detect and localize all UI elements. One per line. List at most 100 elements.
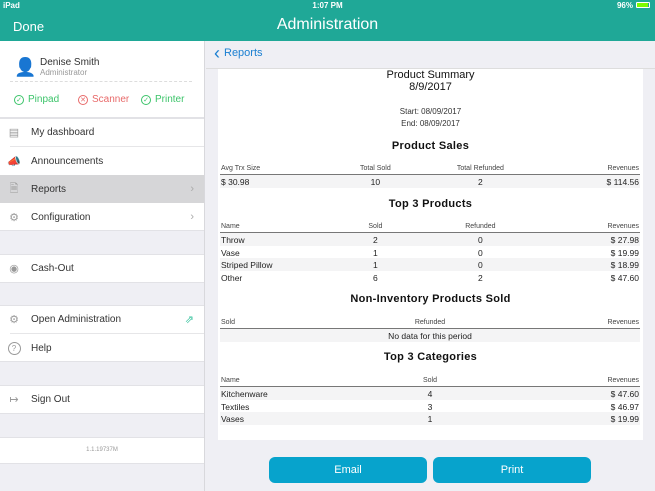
cell: Revenues bbox=[607, 377, 639, 384]
cell: $ 18.99 bbox=[610, 260, 639, 271]
cell: 2 bbox=[373, 235, 378, 245]
back-button[interactable]: ‹ Reports bbox=[214, 43, 263, 63]
table-row: Other 6 2 $ 47.60 bbox=[220, 270, 640, 284]
table-row: Vase 1 0 $ 19.99 bbox=[220, 245, 640, 259]
table-header: Name Sold Refunded Revenues bbox=[220, 221, 640, 233]
piggy-bank-icon: ◉ bbox=[9, 262, 19, 275]
empty-message: No data for this period bbox=[388, 331, 472, 341]
non-inventory-title: Non-Inventory Products Sold bbox=[350, 293, 511, 305]
cell: 2 bbox=[478, 177, 483, 187]
top-categories-title: Top 3 Categories bbox=[383, 351, 478, 363]
check-icon: ✓ bbox=[14, 94, 24, 105]
top-bar: iPad 1:07 PM 96% Done Administration bbox=[0, 0, 655, 41]
cell: $ 46.97 bbox=[610, 401, 639, 412]
report-card: Product Summary 8/9/2017 Start: 08/09/20… bbox=[218, 69, 643, 440]
cell: $ 19.99 bbox=[610, 414, 639, 425]
external-link-icon: ⇗ bbox=[184, 313, 194, 326]
cell: Textiles bbox=[221, 401, 250, 412]
sidebar-item-reports[interactable]: 🗎 Reports › bbox=[0, 175, 204, 203]
cell: $ 27.98 bbox=[610, 235, 639, 245]
email-button[interactable]: Email bbox=[269, 457, 427, 483]
check-icon: ✓ bbox=[141, 94, 151, 105]
cell: 3 bbox=[427, 401, 433, 412]
cell: $ 30.98 bbox=[221, 177, 250, 187]
gears-icon: ⚙ bbox=[9, 211, 19, 224]
table-row: Kitchenware 4 $ 47.60 bbox=[220, 387, 640, 400]
sidebar-item-dashboard[interactable]: ▤ My dashboard bbox=[0, 118, 204, 146]
cell: 4 bbox=[427, 389, 433, 399]
cell: Refunded bbox=[465, 223, 496, 230]
cell: Total Sold bbox=[360, 165, 391, 172]
printer-status: ✓ Printer bbox=[141, 94, 184, 105]
cell: Sold bbox=[368, 223, 383, 230]
page-title: Administration bbox=[276, 16, 379, 33]
chevron-right-icon: › bbox=[190, 211, 194, 223]
cell: 10 bbox=[370, 177, 381, 187]
cell: Other bbox=[221, 272, 243, 283]
cell: Revenues bbox=[607, 165, 639, 172]
battery-level: 96% bbox=[616, 1, 633, 10]
cell: 1 bbox=[373, 247, 378, 258]
print-button[interactable]: Print bbox=[433, 457, 591, 483]
sidebar-item-help[interactable]: ? Help bbox=[0, 334, 204, 362]
table-row: $ 30.98 10 2 $ 114.56 bbox=[220, 175, 640, 188]
sign-out-icon: ↦ bbox=[9, 393, 19, 406]
cell: Kitchenware bbox=[221, 389, 268, 399]
dashboard-icon: ▤ bbox=[8, 126, 20, 139]
sidebar-item-cashout[interactable]: ◉ Cash-Out bbox=[0, 254, 204, 282]
pinpad-status: ✓ Pinpad bbox=[14, 94, 59, 105]
report-date: 8/9/2017 bbox=[409, 81, 452, 93]
cell: $ 47.60 bbox=[610, 272, 639, 283]
report-end: End: 08/09/2017 bbox=[401, 119, 460, 128]
cell: 1 bbox=[373, 260, 378, 271]
cell: 0 bbox=[478, 260, 483, 271]
battery-icon bbox=[636, 2, 650, 8]
megaphone-icon: 📣 bbox=[7, 155, 21, 168]
user-avatar-icon: 👤 bbox=[14, 57, 37, 77]
cell: Revenues bbox=[607, 223, 639, 230]
chevron-right-icon: › bbox=[190, 183, 194, 195]
report-title: Product Summary bbox=[386, 69, 475, 81]
chevron-left-icon: ‹ bbox=[214, 43, 220, 63]
gears-icon: ⚙ bbox=[9, 313, 19, 326]
cell: $ 114.56 bbox=[606, 177, 639, 187]
sidebar-item-announcements[interactable]: 📣 Announcements bbox=[0, 147, 204, 175]
table-row: Textiles 3 $ 46.97 bbox=[220, 399, 640, 413]
sidebar-item-configuration[interactable]: ⚙ Configuration › bbox=[0, 203, 204, 231]
cell: Sold bbox=[422, 377, 438, 384]
top-products-title: Top 3 Products bbox=[388, 198, 473, 210]
cell: 6 bbox=[373, 272, 378, 283]
help-icon: ? bbox=[7, 341, 21, 355]
user-name: Denise Smith bbox=[40, 57, 100, 68]
cell: 1 bbox=[427, 414, 433, 425]
cell: Name bbox=[221, 223, 240, 230]
table-row: Striped Pillow 1 0 $ 18.99 bbox=[220, 258, 640, 271]
top-categories-table: Name Sold Revenues Kitchenware 4 $ 47.60 Texti… bbox=[220, 375, 640, 425]
report-start: Start: 08/09/2017 bbox=[399, 107, 462, 116]
sidebar-item-open-administration[interactable]: ⚙ Open Administration ⇗ bbox=[0, 305, 204, 333]
cell: 0 bbox=[478, 235, 483, 245]
cell: 0 bbox=[478, 247, 483, 258]
profile-section: 👤 Denise Smith Administrator bbox=[0, 41, 204, 118]
non-inventory-table: Sold Refunded Revenues No data for this pe… bbox=[220, 319, 640, 342]
table-row: Throw 2 0 $ 27.98 bbox=[220, 233, 640, 246]
top-products-table: Name Sold Refunded Revenues Throw 2 0 $ 27.98 Va… bbox=[220, 221, 640, 284]
error-icon: ✕ bbox=[78, 94, 88, 105]
table-header: Avg Trx Size Total Sold Total Refunded Reve… bbox=[220, 163, 640, 175]
version-label: 1.1.19737M bbox=[86, 447, 118, 453]
cell: Striped Pillow bbox=[221, 260, 273, 271]
document-icon: 🗎 bbox=[9, 182, 19, 195]
cell: Vase bbox=[221, 247, 240, 258]
nav-bar: ‹ Reports bbox=[206, 41, 655, 69]
table-header: Name Sold Revenues bbox=[220, 375, 640, 387]
cell: Vases bbox=[221, 414, 244, 425]
product-sales-title: Product Sales bbox=[391, 140, 470, 152]
cell: Name bbox=[221, 377, 240, 384]
cell: $ 19.99 bbox=[610, 247, 639, 258]
cell: $ 47.60 bbox=[610, 389, 639, 399]
clock: 1:07 PM bbox=[312, 1, 343, 10]
cell: Avg Trx Size bbox=[221, 165, 261, 172]
sidebar-item-signout[interactable]: ↦ Sign Out bbox=[0, 385, 204, 413]
product-sales-table: Avg Trx Size Total Sold Total Refunded Reve… bbox=[220, 163, 640, 188]
table-row: Vases 1 $ 19.99 bbox=[220, 412, 640, 425]
